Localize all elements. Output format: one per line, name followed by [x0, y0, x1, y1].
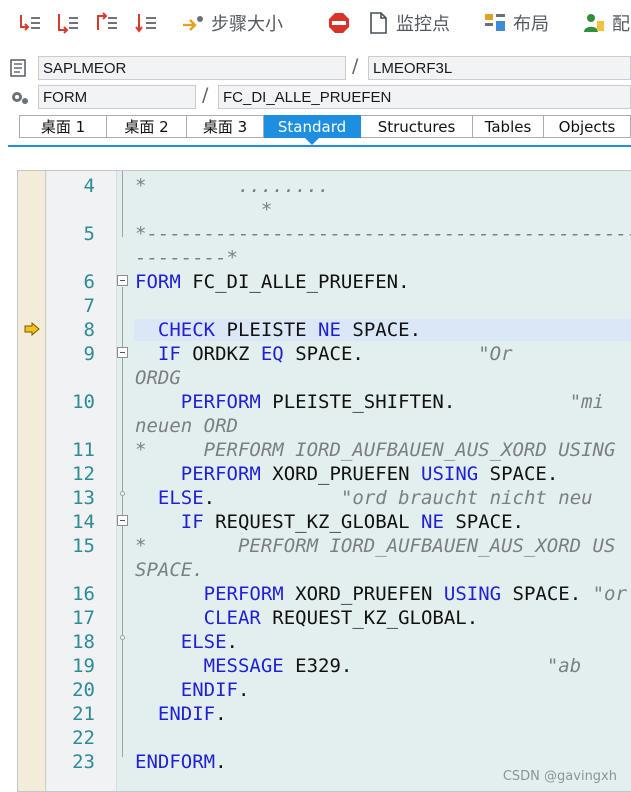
- step-size-icon: [183, 16, 203, 31]
- active-tab-indicator: [305, 138, 319, 145]
- code-line[interactable]: ELSE.: [135, 631, 238, 653]
- code-line[interactable]: --------*: [135, 247, 238, 269]
- line-number: 9: [83, 343, 95, 365]
- tab-objects[interactable]: Objects: [544, 115, 631, 138]
- current-line-arrow-icon: [24, 322, 40, 336]
- line-number: 23: [72, 751, 95, 773]
- line-number: 5: [83, 223, 95, 245]
- step-into-icon: [20, 15, 40, 31]
- program-icon: [10, 59, 26, 77]
- tab-tables[interactable]: Tables: [473, 115, 544, 138]
- tab-underline: [8, 145, 631, 147]
- layout-icon: [485, 14, 505, 31]
- code-line[interactable]: PERFORM XORD_PRUEFEN USING SPACE.: [135, 463, 559, 485]
- step-size-label: 步骤大小: [211, 14, 283, 35]
- user-config-icon: [584, 14, 604, 32]
- block-branch-icon: [120, 491, 125, 496]
- document-icon: [370, 12, 387, 34]
- code-line[interactable]: ORDG: [135, 367, 181, 389]
- layout-button[interactable]: 布局: [483, 10, 549, 36]
- config-button[interactable]: 配: [582, 10, 630, 36]
- step-over-button[interactable]: [56, 10, 80, 36]
- return-icon: [97, 12, 117, 30]
- source-code-editor[interactable]: 4 * ........ * 5 *-------------------------…: [17, 170, 631, 792]
- tab-desktop-1[interactable]: 桌面 1: [19, 115, 107, 138]
- code-line[interactable]: *: [135, 199, 272, 221]
- include-field[interactable]: LMEORF3L: [368, 56, 631, 80]
- code-line[interactable]: SPACE.: [135, 559, 204, 581]
- stop-icon: [329, 13, 349, 33]
- return-button[interactable]: [95, 10, 119, 36]
- continue-button[interactable]: [134, 10, 158, 36]
- code-line[interactable]: CLEAR REQUEST_KZ_GLOBAL.: [135, 607, 479, 629]
- debugger-toolbar: 步骤大小 监控点 布局 配: [0, 0, 631, 46]
- fold-toggle-icon[interactable]: [117, 515, 128, 526]
- code-line[interactable]: ENDIF.: [135, 703, 227, 725]
- tab-desktop-3[interactable]: 桌面 3: [187, 115, 264, 138]
- line-number: 19: [72, 655, 95, 677]
- layout-label: 布局: [513, 14, 549, 35]
- code-line[interactable]: *---------------------------------------…: [135, 223, 631, 245]
- line-number: 13: [72, 487, 95, 509]
- line-number: 17: [72, 607, 95, 629]
- line-number: 6: [83, 271, 95, 293]
- gear-icon: [12, 92, 28, 104]
- code-line[interactable]: IF REQUEST_KZ_GLOBAL NE SPACE.: [135, 511, 524, 533]
- fold-toggle-icon[interactable]: [117, 275, 128, 286]
- program-row: SAPLMEOR / LMEORF3L: [0, 55, 631, 81]
- line-number: 15: [72, 535, 95, 557]
- line-number: 16: [72, 583, 95, 605]
- step-over-icon: [58, 14, 78, 34]
- code-line[interactable]: PERFORM XORD_PRUEFEN USING SPACE. "or: [135, 583, 627, 605]
- code-line[interactable]: IF ORDKZ EQ SPACE. "Or: [135, 343, 513, 365]
- line-number: 11: [72, 439, 95, 461]
- config-label: 配: [612, 14, 630, 35]
- line-number: 18: [72, 631, 95, 653]
- watchpoint-button[interactable]: 监控点: [366, 10, 450, 36]
- main-program-field[interactable]: SAPLMEOR: [38, 56, 346, 80]
- code-line[interactable]: FORM FC_DI_ALLE_PRUEFEN.: [135, 271, 410, 293]
- code-line[interactable]: PERFORM PLEISTE_SHIFTEN. "mi: [135, 391, 604, 413]
- step-size-button[interactable]: 步骤大小: [181, 10, 283, 36]
- code-line[interactable]: * ........: [135, 175, 329, 197]
- line-number: 20: [72, 679, 95, 701]
- code-line[interactable]: * PERFORM IORD_AUFBAUEN_AUS_XORD USING: [135, 439, 615, 461]
- code-line[interactable]: ENDFORM.: [135, 751, 227, 773]
- line-number: 7: [83, 295, 95, 317]
- code-line[interactable]: * PERFORM IORD_AUFBAUEN_AUS_XORD US: [135, 535, 615, 557]
- continue-icon: [135, 14, 156, 33]
- line-number: 4: [83, 175, 95, 197]
- stop-button[interactable]: [327, 10, 351, 36]
- separator: /: [352, 55, 359, 77]
- code-line[interactable]: ELSE. "ord braucht nicht neu: [135, 487, 593, 509]
- fold-toggle-icon[interactable]: [117, 347, 128, 358]
- line-number: 21: [72, 703, 95, 725]
- event-type-field[interactable]: FORM: [38, 85, 196, 109]
- line-number: 12: [72, 463, 95, 485]
- block-guide-line: [122, 171, 123, 237]
- step-into-button[interactable]: [18, 10, 42, 36]
- line-number: 10: [72, 391, 95, 413]
- watchpoint-label: 监控点: [396, 14, 450, 35]
- tab-desktop-2[interactable]: 桌面 2: [107, 115, 187, 138]
- block-branch-icon: [120, 635, 125, 640]
- tab-structures[interactable]: Structures: [361, 115, 473, 138]
- code-line[interactable]: ENDIF.: [135, 679, 250, 701]
- code-line[interactable]: CHECK PLEISTE NE SPACE.: [135, 319, 421, 341]
- line-number: 8: [83, 319, 95, 341]
- desktop-tabs: 桌面 1 桌面 2 桌面 3 Standard Structures Table…: [19, 115, 631, 138]
- line-number: 14: [72, 511, 95, 533]
- line-number: 22: [72, 727, 95, 749]
- event-name-field[interactable]: FC_DI_ALLE_PRUEFEN: [218, 85, 631, 109]
- code-line[interactable]: neuen ORD: [135, 415, 238, 437]
- code-line[interactable]: MESSAGE E329. "ab: [135, 655, 582, 677]
- watermark: CSDN @gavingxh: [502, 769, 617, 784]
- form-row: FORM / FC_DI_ALLE_PRUEFEN: [0, 84, 631, 110]
- breakpoint-gutter[interactable]: [18, 171, 46, 791]
- separator: /: [202, 84, 209, 106]
- tab-standard[interactable]: Standard: [264, 115, 361, 138]
